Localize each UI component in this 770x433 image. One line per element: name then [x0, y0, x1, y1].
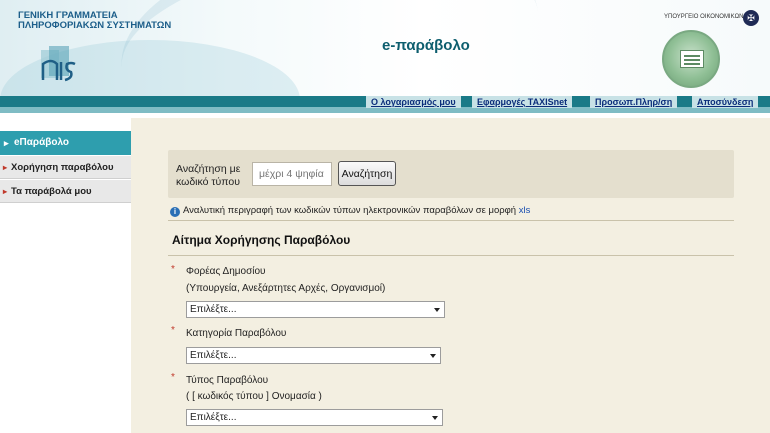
chevron-down-icon [432, 416, 438, 420]
divider [168, 220, 734, 221]
header-decoration [108, 0, 552, 96]
chevron-down-icon [434, 308, 440, 312]
field-label-agency: Φορέας Δημοσίου [186, 266, 266, 277]
chevron-down-icon [430, 354, 436, 358]
nav-personal-info[interactable]: Προσωπ.Πληρ/ση [590, 96, 678, 108]
category-select-value: Επιλέξτε... [190, 350, 237, 361]
nav-logout[interactable]: Αποσύνδεση [692, 96, 759, 108]
e-paravolo-seal-icon [662, 30, 720, 88]
chevron-right-icon: ▸ [4, 138, 9, 148]
sidebar-item-grant-fee[interactable]: ▸ Χορήγηση παραβόλου [0, 156, 131, 179]
nav-my-account[interactable]: Ο λογαριασμός μου [366, 96, 461, 108]
agency-select-value: Επιλέξτε... [190, 304, 237, 315]
greek-emblem-icon: ✠ [743, 10, 759, 26]
category-select[interactable]: Επιλέξτε... [186, 347, 441, 364]
fee-type-select[interactable]: Επιλέξτε... [186, 409, 443, 426]
field-label-fee-type: Τύπος Παραβόλου [186, 375, 269, 386]
required-mark: * [171, 325, 175, 336]
fee-type-select-value: Επιλέξτε... [190, 412, 237, 423]
search-button[interactable]: Αναζήτηση [338, 161, 396, 186]
field-sublabel-fee-type: ( [ κωδικός τύπου ] Ονομασία ) [186, 391, 322, 402]
field-label-category: Κατηγορία Παραβόλου [186, 328, 287, 339]
form-title: Αίτημα Χορήγησης Παραβόλου [172, 233, 351, 247]
sidebar-item-eparavolo[interactable]: ▸ eΠαράβολο [0, 131, 131, 155]
required-mark: * [171, 372, 175, 383]
info-line: i Αναλυτική περιγραφή των κωδικών τύπων η… [170, 205, 530, 217]
org-title-line2: ΠΛΗΡΟΦΟΡΙΑΚΩΝ ΣΥΣΤΗΜΑΤΩΝ [18, 20, 172, 31]
ministry-label: ΥΠΟΥΡΓΕΙΟ ΟΙΚΟΝΟΜΙΚΩΝ [664, 14, 744, 20]
chevron-right-icon: ▸ [3, 163, 8, 172]
required-mark: * [171, 264, 175, 275]
chevron-right-icon: ▸ [3, 187, 8, 196]
app-title: e-παράβολο [382, 37, 470, 54]
info-text: Αναλυτική περιγραφή των κωδικών τύπων ηλ… [183, 205, 517, 216]
sidebar-active-label: eΠαράβολο [14, 137, 70, 148]
org-title: ΓΕΝΙΚΗ ΓΡΑΜΜΑΤΕΙΑ ΠΛΗΡΟΦΟΡΙΑΚΩΝ ΣΥΣΤΗΜΑΤ… [18, 11, 171, 31]
nav-taxisnet-apps[interactable]: Εφαρμογές TAXISnet [472, 96, 573, 108]
sidebar-item-label: Τα παράβολά μου [11, 186, 92, 197]
gsis-logo-icon [41, 46, 76, 82]
type-code-search-input[interactable] [252, 162, 332, 186]
search-label-line1: Αναζήτηση με [176, 163, 241, 175]
field-sublabel-agency: (Υπουργεία, Ανεξάρτητες Αρχές, Οργανισμο… [186, 283, 386, 294]
search-label: Αναζήτηση με κωδικό τύπου [176, 163, 240, 189]
sidebar-item-label: Χορήγηση παραβόλου [11, 162, 114, 173]
sidebar-item-my-fees[interactable]: ▸ Τα παράβολά μου [0, 180, 131, 203]
agency-select[interactable]: Επιλέξτε... [186, 301, 445, 318]
divider [168, 255, 734, 256]
info-icon: i [170, 207, 180, 217]
search-label-line2: κωδικό τύπου [176, 176, 240, 188]
xls-download-link[interactable]: xls [519, 205, 531, 216]
